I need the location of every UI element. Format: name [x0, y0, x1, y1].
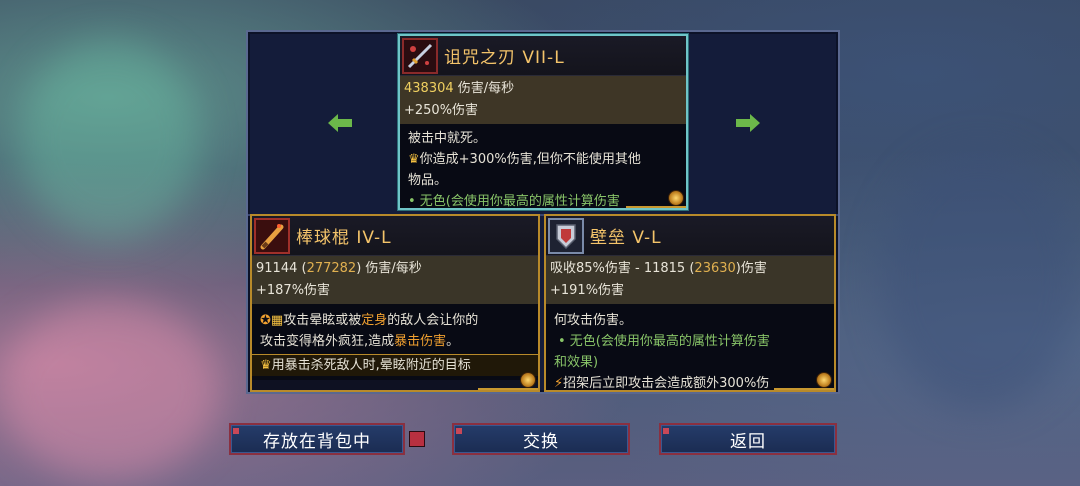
damage-bonus: +187%伤害 [256, 283, 331, 298]
item-description: 何攻击伤害。 • 无色(会使用你最高的属性计算伤害 和效果) ⚡招架后立即攻击会… [546, 304, 834, 391]
dps-line: 438304 伤害/每秒 [404, 78, 682, 100]
desc-text: 攻击晕眩或被 [283, 313, 362, 328]
store-in-backpack-button[interactable]: 存放在背包中 [229, 423, 405, 455]
item-stats: 吸收85%伤害 - 11815 (23630)伤害 +191%伤害 [546, 256, 834, 304]
item-stats: 438304 伤害/每秒 +250%伤害 [400, 76, 686, 124]
absorb-suffix: )伤害 [735, 261, 767, 276]
item-stats: 91144 (277282) 伤害/每秒 +187%伤害 [252, 256, 538, 304]
desc-text: 你造成+300%伤害,但你不能使用其他 [419, 152, 641, 167]
desc-line: ✪▦攻击晕眩或被定身的敌人会让你的 [260, 310, 530, 331]
desc-line: 何攻击伤害。 [554, 313, 633, 328]
item-description: 被击中就死。 ♛你造成+300%伤害,但你不能使用其他 物品。 • 无色(会使用… [400, 124, 686, 208]
gold-gem-icon [668, 190, 684, 206]
item-card-cursed-blade[interactable]: 诅咒之刃 VII-L 438304 伤害/每秒 +250%伤害 被击中就死。 ♛… [398, 34, 688, 210]
rampart-shield-icon [548, 217, 584, 254]
absorb-line: 吸收85%伤害 - 11815 (23630)伤害 [550, 258, 830, 280]
desc-text: 招架后立即攻击会造成额外300%伤 [563, 376, 770, 391]
desc-text: 攻击变得格外疯狂,造成 [260, 334, 395, 349]
stun-icon: ✪ [260, 313, 271, 328]
dps-suffix: 伤害/每秒 [361, 261, 422, 276]
card-header: 壁垒 V-L [546, 216, 834, 256]
gold-gem-icon [520, 372, 536, 388]
absorb-text: 吸收85%伤害 - 11815 ( [550, 261, 695, 276]
crown-icon: ♛ [408, 152, 420, 167]
desc-text: 。 [446, 334, 460, 349]
background-blob [880, 150, 1080, 410]
arrow-left-icon[interactable] [328, 114, 352, 132]
desc-text: 的敌人会让你的 [387, 313, 479, 328]
riposte-icon: ⚡ [554, 376, 564, 391]
desc-text: 用暴击杀死敌人时,晕眩附近的目标 [271, 358, 471, 373]
item-title: 壁垒 V-L [590, 228, 662, 248]
card-header: 诅咒之刃 VII-L [400, 36, 686, 76]
button-corner-accent [233, 428, 239, 434]
cursed-sword-icon [402, 37, 438, 74]
dps-suffix: 伤害/每秒 [453, 81, 515, 96]
background-blob [20, 40, 200, 240]
desc-line: 攻击变得格外疯狂,造成暴击伤害。 [260, 331, 530, 352]
crown-icon: ♛ [260, 358, 272, 373]
absorb-crit-value: 23630 [694, 261, 736, 276]
desc-line: 和效果) [554, 355, 599, 370]
item-card-rampart[interactable]: 壁垒 V-L 吸收85%伤害 - 11815 (23630)伤害 +191%伤害… [544, 214, 836, 392]
backpack-icon [409, 431, 425, 447]
item-title: 诅咒之刃 VII-L [444, 48, 565, 68]
desc-keyword: 暴击伤害 [394, 334, 447, 349]
desc-line: • 无色(会使用你最高的属性计算伤害 [558, 334, 770, 349]
baseball-bat-icon [254, 217, 290, 254]
damage-bonus: +191%伤害 [550, 283, 625, 298]
item-title: 棒球棍 IV-L [296, 228, 392, 248]
item-card-baseball-bat[interactable]: 棒球棍 IV-L 91144 (277282) 伤害/每秒 +187%伤害 ✪▦… [250, 214, 540, 392]
desc-keyword: 定身 [361, 313, 388, 328]
desc-line: 物品。 [408, 173, 448, 188]
button-corner-accent [456, 428, 462, 434]
corner-trim [478, 388, 538, 390]
button-label: 返回 [730, 431, 766, 452]
corner-trim [774, 388, 834, 390]
dps-value: 438304 [404, 81, 454, 96]
button-label: 存放在背包中 [263, 431, 371, 452]
damage-bonus: +250%伤害 [404, 103, 479, 118]
button-corner-accent [663, 428, 669, 434]
dps-crit-value: 277282 [306, 261, 357, 276]
dps-line: 91144 (277282) 伤害/每秒 [256, 258, 534, 280]
item-description: ✪▦攻击晕眩或被定身的敌人会让你的 攻击变得格外疯狂,造成暴击伤害。 ♛用暴击杀… [252, 304, 538, 380]
card-header: 棒球棍 IV-L [252, 216, 538, 256]
swap-button[interactable]: 交换 [452, 423, 630, 455]
background-blob [0, 300, 220, 480]
corner-trim [626, 206, 686, 208]
desc-line: ♛用暴击杀死敌人时,晕眩附近的目标 [252, 354, 538, 376]
desc-line: 被击中就死。 [408, 131, 487, 146]
arrow-right-icon[interactable] [736, 114, 760, 132]
dps-value: 91144 [256, 261, 302, 276]
button-label: 交换 [523, 431, 559, 452]
desc-line: ♛你造成+300%伤害,但你不能使用其他 [408, 149, 678, 170]
back-button[interactable]: 返回 [659, 423, 837, 455]
root-icon: ▦ [270, 313, 284, 328]
gold-gem-icon [816, 372, 832, 388]
